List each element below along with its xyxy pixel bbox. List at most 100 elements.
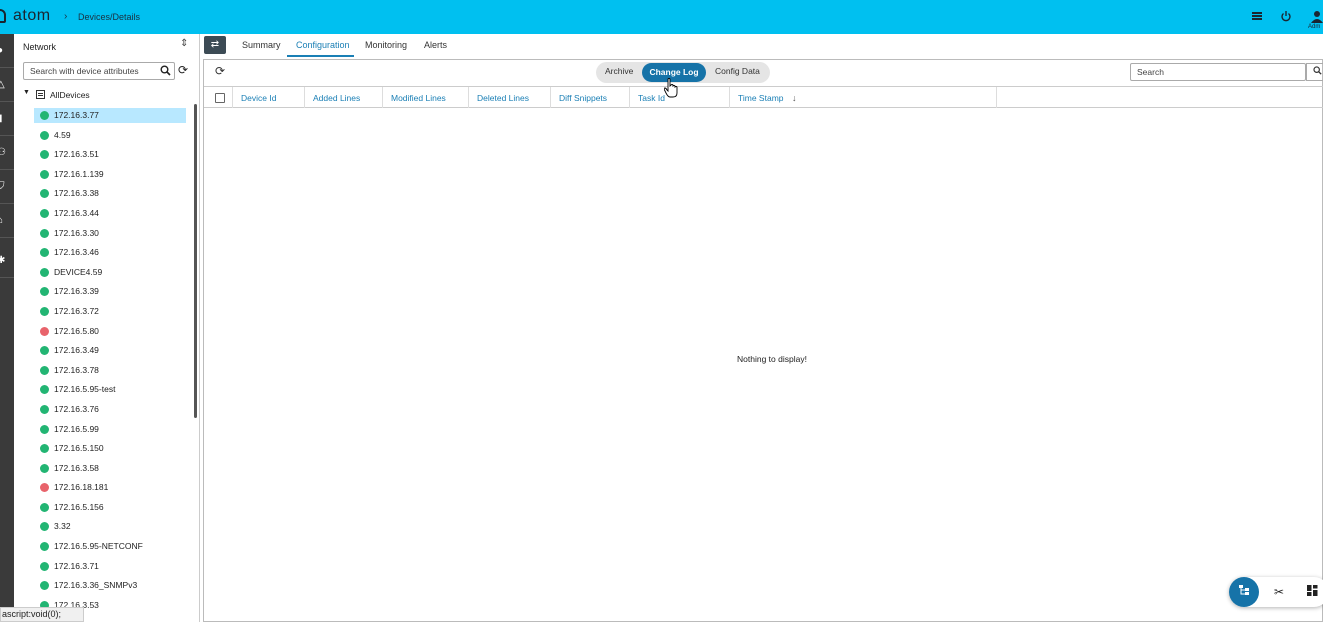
bar-icon[interactable]: ▮ (0, 102, 14, 136)
tree-view-icon[interactable] (1229, 577, 1259, 607)
device-name: 172.16.5.95-test (54, 384, 116, 395)
device-tree-item[interactable]: 172.16.3.46 (34, 245, 188, 265)
device-tree-item[interactable]: 172.16.3.49 (34, 343, 188, 363)
device-tree-item[interactable]: 172.16.3.72 (34, 304, 188, 324)
device-name: 172.16.5.95-NETCONF (54, 541, 143, 552)
swap-button[interactable]: ⇄ (204, 36, 226, 54)
status-bar-url: ascript:void(0); (0, 607, 84, 622)
tab-configuration[interactable]: Configuration (296, 40, 350, 50)
device-tree-item[interactable]: 172.16.3.78 (34, 363, 188, 383)
bell-icon[interactable]: △ (0, 68, 14, 102)
device-search-input[interactable] (23, 62, 175, 80)
device-tree-item[interactable]: 172.16.5.80 (34, 324, 188, 344)
device-tree-item[interactable]: 4.59 (34, 128, 188, 148)
status-dot-icon (40, 581, 49, 591)
grid-search-input[interactable] (1130, 63, 1306, 81)
view-switcher: ✂ (1229, 577, 1323, 607)
tab-summary[interactable]: Summary (242, 40, 281, 50)
status-dot-icon (40, 502, 49, 512)
device-tree-item[interactable]: 172.16.18.181 (34, 480, 188, 500)
shield-icon[interactable]: ⛉ (0, 170, 14, 204)
status-dot-icon (40, 169, 49, 179)
device-tree-item[interactable]: 172.16.3.58 (34, 461, 188, 481)
status-dot-icon (40, 326, 49, 336)
users-icon[interactable]: ⚇ (0, 136, 14, 170)
col-task-id[interactable]: Task Id (630, 87, 730, 108)
status-dot-icon (40, 248, 49, 258)
device-tree-panel: Network ⇕ ⟳ ▼ AllDevices 172.16.3.77 4.59… (14, 34, 200, 622)
status-dot-icon (40, 365, 49, 375)
tab-alerts[interactable]: Alerts (424, 40, 447, 50)
device-name: 172.16.1.139 (54, 168, 104, 179)
search-icon[interactable] (160, 65, 171, 79)
col-diff-snippets[interactable]: Diff Snippets (551, 87, 630, 108)
device-tree-item[interactable]: 172.16.3.38 (34, 186, 188, 206)
topology-icon[interactable]: ✂ (1264, 577, 1294, 607)
col-time-stamp[interactable]: Time Stamp ↓ (730, 87, 997, 108)
device-tree-item[interactable]: 172.16.5.156 (34, 500, 188, 520)
content-frame (203, 59, 1323, 622)
segment-config-data[interactable]: Config Data (715, 66, 760, 76)
col-modified-lines[interactable]: Modified Lines (383, 87, 469, 108)
device-tree-item[interactable]: 172.16.5.150 (34, 441, 188, 461)
active-tab-indicator (287, 55, 354, 57)
refresh-icon[interactable]: ⟳ (178, 63, 188, 77)
segment-archive[interactable]: Archive (605, 66, 633, 76)
device-name: 172.16.3.77 (54, 110, 99, 120)
app-logo[interactable]: atom (13, 7, 51, 25)
device-tree-item[interactable]: 172.16.3.51 (34, 147, 188, 167)
device-name: 172.16.3.76 (54, 403, 99, 414)
device-tree-item[interactable]: 172.16.1.139 (34, 167, 188, 187)
device-tree-item[interactable]: 172.16.5.95-NETCONF (34, 539, 188, 559)
breadcrumb-separator-icon: › (64, 11, 68, 22)
device-name: 172.16.3.39 (54, 286, 99, 297)
atom-logo-icon[interactable] (0, 9, 6, 23)
sort-toggle-icon[interactable]: ⇕ (180, 38, 188, 49)
settings-icon[interactable]: ✱ (0, 244, 14, 278)
col-deleted-lines[interactable]: Deleted Lines (469, 87, 551, 108)
list-icon[interactable] (1250, 10, 1264, 24)
device-name: 172.16.3.72 (54, 305, 99, 316)
home-icon[interactable]: ⌂ (0, 204, 14, 238)
device-name: 172.16.5.150 (54, 443, 104, 454)
status-dot-icon (40, 287, 49, 297)
col-added-lines[interactable]: Added Lines (305, 87, 383, 108)
user-icon[interactable] (1310, 10, 1323, 24)
palette-icon[interactable]: ◕ (0, 34, 14, 68)
device-tree-item[interactable]: 172.16.3.39 (34, 284, 188, 304)
device-tree-item[interactable]: 172.16.5.95-test (34, 382, 188, 402)
device-tree-item[interactable]: 172.16.3.76 (34, 402, 188, 422)
device-name: 3.32 (54, 521, 71, 532)
device-list: 172.16.3.77 4.59 172.16.3.51 172.16.1.139 17… (34, 108, 188, 617)
status-dot-icon (40, 267, 49, 277)
status-dot-icon (40, 404, 49, 414)
device-name: 172.16.3.30 (54, 227, 99, 238)
select-all-checkbox[interactable] (215, 93, 225, 103)
dashboard-icon[interactable] (1297, 577, 1323, 607)
device-tree-item[interactable]: 172.16.3.36_SNMPv3 (34, 578, 188, 598)
tab-monitoring[interactable]: Monitoring (365, 40, 407, 50)
device-tree-item[interactable]: 172.16.3.30 (34, 226, 188, 246)
tree-scrollbar[interactable] (194, 104, 197, 418)
status-dot-icon (40, 346, 49, 356)
collapse-caret-icon[interactable]: ▼ (23, 89, 30, 96)
refresh-icon[interactable]: ⟳ (215, 64, 225, 78)
search-icon[interactable] (1306, 63, 1323, 81)
device-tree-item[interactable]: 172.16.3.77 (34, 108, 188, 128)
status-dot-icon (40, 463, 49, 473)
device-tree-item[interactable]: 172.16.3.71 (34, 559, 188, 579)
device-name: 172.16.3.49 (54, 345, 99, 356)
status-dot-icon (40, 228, 49, 238)
device-tree-item[interactable]: DEVICE4.59 (34, 265, 188, 285)
grid-header: Device Id Added Lines Modified Lines Del… (204, 86, 1323, 108)
col-device-id[interactable]: Device Id (233, 87, 305, 108)
device-tree-item[interactable]: 172.16.5.99 (34, 422, 188, 442)
breadcrumb[interactable]: Devices/Details (78, 12, 140, 22)
device-tree-item[interactable]: 3.32 (34, 519, 188, 539)
sort-descending-icon[interactable]: ↓ (792, 93, 797, 103)
power-icon[interactable] (1279, 10, 1293, 24)
device-name: DEVICE4.59 (54, 266, 103, 277)
device-tree-item[interactable]: 172.16.3.44 (34, 206, 188, 226)
admin-label: Adm (1308, 24, 1321, 30)
status-dot-icon (40, 130, 49, 140)
